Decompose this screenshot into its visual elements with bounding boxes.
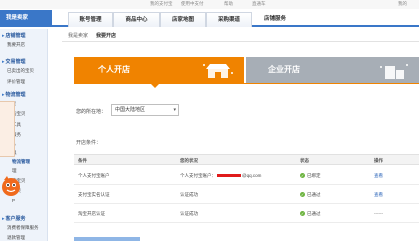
sidebar-section-trade[interactable]: ▸交易管理 bbox=[2, 58, 26, 65]
breadcrumb-current: 我要开店 bbox=[96, 33, 117, 39]
sidebar-item-fragment[interactable]: P bbox=[12, 198, 15, 203]
location-select-value: 中国大陆地区 bbox=[115, 107, 146, 113]
cell-your-status: 个人支付宝账户： @qq.com bbox=[180, 173, 262, 178]
divider bbox=[74, 83, 419, 84]
chevron-down-icon: ▾ bbox=[173, 107, 176, 113]
sidebar-item-sold[interactable]: 已卖出的宝贝 bbox=[7, 68, 34, 74]
top-utility-bar: 我的支付宝 使用中支付 帮助 直通车 我的 bbox=[0, 0, 419, 9]
cell-your-status: 认证成功 bbox=[180, 211, 198, 216]
floating-panel[interactable] bbox=[0, 101, 15, 157]
nav-tab-account[interactable]: 账号管理 bbox=[68, 12, 113, 27]
table-row: 个人支付宝账户 个人支付宝账户： @qq.com ✓ 已绑定 查看 bbox=[74, 166, 419, 185]
breadcrumb: 我是卖家 我要开店 bbox=[68, 32, 116, 39]
util-link-help[interactable]: 帮助 bbox=[224, 1, 233, 7]
sidebar-item-consumer-protection[interactable]: 消费者保障服务 bbox=[7, 225, 39, 231]
nav-tab-sourcing[interactable]: 采购渠道 bbox=[206, 12, 252, 27]
tab-personal-shop[interactable]: 个人开店 bbox=[74, 57, 244, 83]
check-circle-icon: ✓ bbox=[300, 192, 305, 198]
tab-business-shop[interactable]: 企业开店 bbox=[246, 57, 419, 83]
sidebar-section-logistics[interactable]: ▸物流管理 bbox=[2, 91, 26, 98]
redaction-mark bbox=[217, 174, 241, 178]
nav-tab-store-map[interactable]: 店家地图 bbox=[160, 12, 206, 27]
next-step-button[interactable] bbox=[74, 237, 140, 241]
tab-personal-shop-label: 个人开店 bbox=[98, 65, 130, 74]
sidebar-section-shop[interactable]: ▸店铺管理 bbox=[2, 32, 26, 39]
table-header: 条件 您的状况 状态 操作 bbox=[74, 154, 419, 165]
main-nav: 我是卖家 账号管理 商品中心 店家地图 采购渠道 店铺服务 bbox=[0, 10, 419, 27]
util-link-alipay[interactable]: 我的支付宝 bbox=[150, 1, 173, 7]
table-row: 支付宝实名认证 认证成功 ✓ 已通过 查看 bbox=[74, 185, 419, 204]
location-label: 您的所在地： bbox=[76, 109, 107, 115]
sidebar-item-refunds[interactable]: 退款管理 bbox=[7, 235, 25, 241]
chevron-right-icon: ▸ bbox=[2, 216, 5, 222]
sidebar-section-customer-service[interactable]: ▸客户服务 bbox=[2, 215, 26, 222]
tab-business-shop-label: 企业开店 bbox=[268, 65, 300, 74]
sidebar-item-open-shop[interactable]: 我要开店 bbox=[7, 42, 25, 48]
nav-seller-home[interactable]: 我是卖家 bbox=[0, 10, 52, 27]
cell-your-status: 认证成功 bbox=[180, 192, 198, 197]
cell-state: ✓ 已绑定 bbox=[300, 173, 321, 179]
breadcrumb-root[interactable]: 我是卖家 bbox=[68, 33, 88, 39]
sidebar-item-reviews[interactable]: 评价管理 bbox=[7, 79, 25, 85]
mascot-icon[interactable] bbox=[0, 174, 22, 198]
building-icon bbox=[380, 64, 408, 79]
cell-condition: 淘宝开店认证 bbox=[78, 211, 105, 216]
cell-state: ✓ 已通过 bbox=[300, 192, 321, 198]
column-header-your-status: 您的状况 bbox=[180, 158, 198, 163]
cell-condition: 支付宝实名认证 bbox=[78, 192, 110, 197]
check-circle-icon: ✓ bbox=[300, 173, 305, 179]
cell-action-none: ------ bbox=[374, 211, 383, 216]
util-link-express[interactable]: 直通车 bbox=[252, 1, 266, 7]
chevron-right-icon: ▸ bbox=[2, 92, 5, 98]
storefront-icon bbox=[203, 64, 233, 78]
sidebar-item-fragment[interactable]: 物流管理 bbox=[12, 159, 30, 165]
check-circle-icon: ✓ bbox=[300, 211, 305, 217]
util-link-mine[interactable]: 我的 bbox=[398, 1, 407, 7]
column-header-condition: 条件 bbox=[78, 158, 87, 163]
util-link-pay[interactable]: 使用中支付 bbox=[181, 1, 204, 7]
active-tab-pointer-icon bbox=[150, 83, 160, 88]
conditions-label: 开店条件： bbox=[76, 140, 102, 146]
cell-state: ✓ 已通过 bbox=[300, 211, 321, 217]
chevron-right-icon: ▸ bbox=[2, 33, 5, 39]
view-link[interactable]: 查看 bbox=[374, 192, 383, 198]
view-link[interactable]: 查看 bbox=[374, 173, 383, 179]
column-header-action: 操作 bbox=[374, 158, 383, 163]
table-row: 淘宝开店认证 认证成功 ✓ 已通过 ------ bbox=[74, 204, 419, 223]
nav-tab-store-services[interactable]: 店铺服务 bbox=[252, 12, 298, 27]
chevron-right-icon: ▸ bbox=[2, 59, 5, 65]
divider bbox=[62, 41, 419, 42]
column-header-state: 状态 bbox=[300, 158, 309, 163]
location-select[interactable]: 中国大陆地区 ▾ bbox=[111, 104, 179, 116]
nav-tab-products[interactable]: 商品中心 bbox=[113, 12, 160, 27]
cell-condition: 个人支付宝账户 bbox=[78, 173, 110, 178]
